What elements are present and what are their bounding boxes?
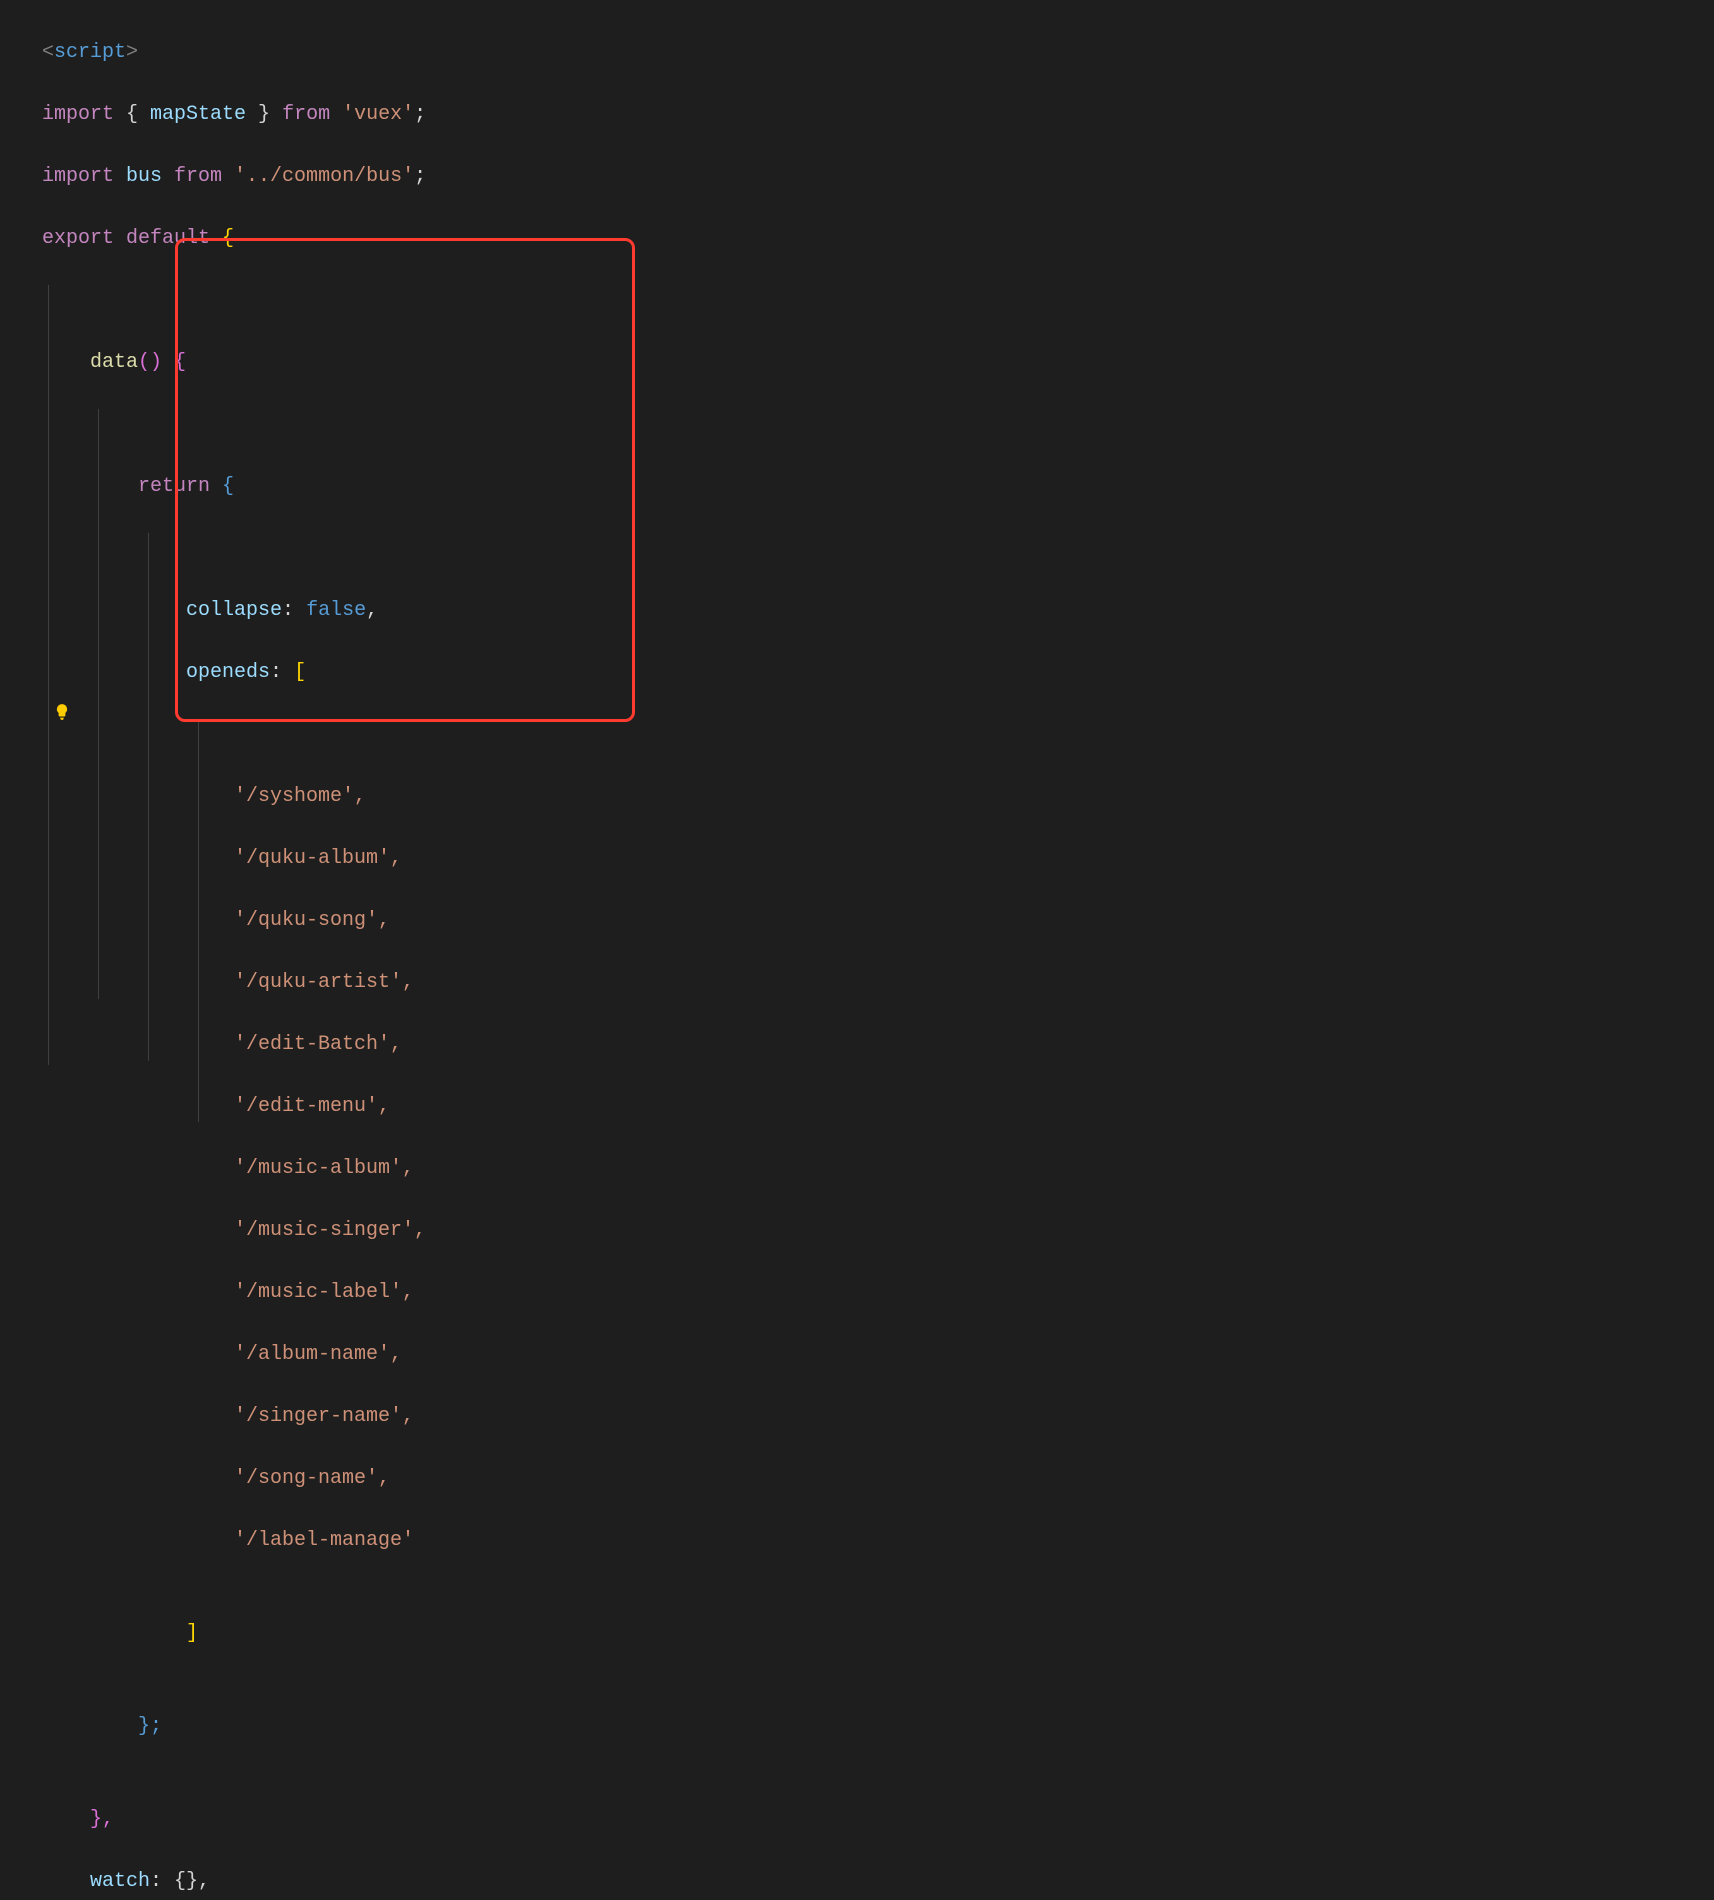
colon: : [282, 599, 306, 622]
code-line: import bus from '../common/bus'; [42, 161, 1714, 192]
boolean: false [306, 599, 366, 622]
array-item: '/singer-name', [42, 1401, 1714, 1432]
array-item: '/music-singer', [42, 1215, 1714, 1246]
keyword-return: return [138, 475, 210, 498]
brace: } [246, 103, 282, 126]
bracket: ] [186, 1622, 198, 1645]
parens: () [138, 351, 162, 374]
code-line: }, [42, 1804, 1714, 1835]
semicolon: ; [414, 103, 426, 126]
code-line: ] [42, 1618, 1714, 1649]
property-key: watch [90, 1870, 150, 1893]
code-line: return { [42, 471, 1714, 502]
comma: , [366, 599, 378, 622]
method-name: data [90, 351, 138, 374]
angle-bracket: > [126, 41, 138, 64]
string: '/quku-album', [234, 847, 402, 870]
semicolon: ; [414, 165, 426, 188]
code-line: <script> [42, 37, 1714, 68]
array-item: '/edit-menu', [42, 1091, 1714, 1122]
code-line: watch: {}, [42, 1866, 1714, 1897]
property-key: openeds [186, 661, 270, 684]
string: '/album-name', [234, 1343, 402, 1366]
string: '/music-singer', [234, 1219, 426, 1242]
string: '../common/bus' [222, 165, 414, 188]
string: '/singer-name', [234, 1405, 414, 1428]
string: 'vuex' [330, 103, 414, 126]
keyword-default: default [114, 227, 210, 250]
array-item: '/edit-Batch', [42, 1029, 1714, 1060]
keyword-export: export [42, 227, 114, 250]
code-line: export default { [42, 223, 1714, 254]
array-item: '/syshome', [42, 781, 1714, 812]
brace-semicolon: }; [138, 1715, 162, 1738]
brace: { [162, 351, 186, 374]
string: '/edit-Batch', [234, 1033, 402, 1056]
string: '/music-album', [234, 1157, 414, 1180]
string: '/label-manage' [234, 1529, 414, 1552]
value: : {}, [150, 1870, 210, 1893]
array-item: '/quku-artist', [42, 967, 1714, 998]
code-line: }; [42, 1711, 1714, 1742]
code-editor[interactable]: <script> import { mapState } from 'vuex'… [0, 0, 1714, 1900]
code-line: openeds: [ [42, 657, 1714, 688]
brace: { [114, 103, 150, 126]
array-item: '/album-name', [42, 1339, 1714, 1370]
property-key: collapse [186, 599, 282, 622]
string: '/quku-song', [234, 909, 390, 932]
string: '/edit-menu', [234, 1095, 390, 1118]
keyword-from: from [174, 165, 222, 188]
array-item: '/music-album', [42, 1153, 1714, 1184]
array-item: '/quku-song', [42, 905, 1714, 936]
brace: { [210, 475, 234, 498]
array-item: '/music-label', [42, 1277, 1714, 1308]
lightbulb-icon[interactable] [53, 703, 71, 721]
brace-comma: }, [90, 1808, 114, 1831]
tag-name: script [54, 41, 126, 64]
string: '/song-name', [234, 1467, 390, 1490]
array-item: '/song-name', [42, 1463, 1714, 1494]
colon: : [270, 661, 294, 684]
string: '/music-label', [234, 1281, 414, 1304]
angle-bracket: < [42, 41, 54, 64]
string: '/syshome', [234, 785, 366, 808]
keyword-import: import [42, 165, 114, 188]
array-item: '/label-manage' [42, 1525, 1714, 1556]
code-line: data() { [42, 347, 1714, 378]
string: '/quku-artist', [234, 971, 414, 994]
identifier: mapState [150, 103, 246, 126]
keyword-import: import [42, 103, 114, 126]
brace: { [210, 227, 234, 250]
bracket: [ [294, 661, 306, 684]
keyword-from: from [282, 103, 330, 126]
array-item: '/quku-album', [42, 843, 1714, 874]
code-line: import { mapState } from 'vuex'; [42, 99, 1714, 130]
code-line: collapse: false, [42, 595, 1714, 626]
identifier: bus [114, 165, 174, 188]
